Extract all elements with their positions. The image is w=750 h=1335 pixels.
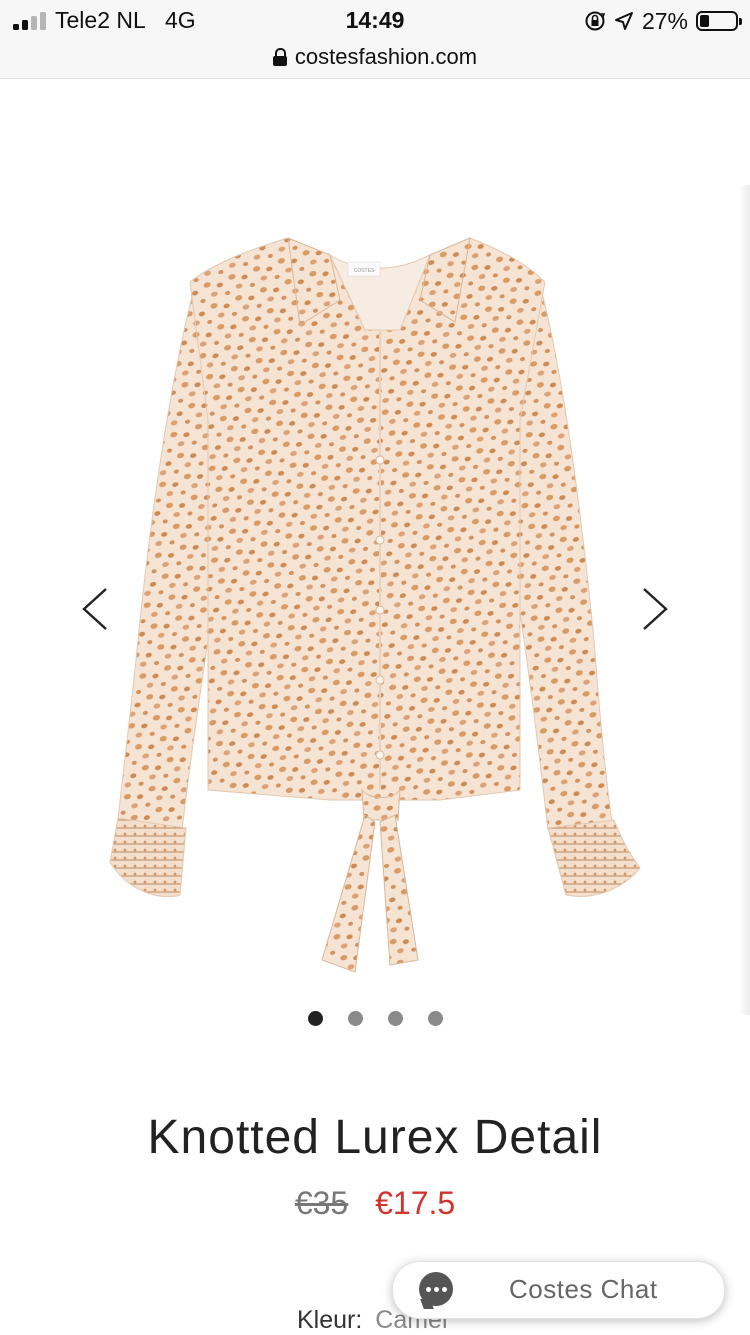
chat-bubble-icon [419, 1272, 453, 1306]
carousel-dot[interactable] [427, 1011, 443, 1026]
chat-label: Costes Chat [509, 1274, 658, 1304]
battery-level [700, 15, 709, 27]
battery-icon [696, 11, 742, 31]
chat-button[interactable]: Costes Chat [392, 1261, 725, 1319]
original-price: €35 [294, 1185, 349, 1221]
color-label: Kleur: [297, 1306, 363, 1334]
lock-icon [272, 48, 287, 66]
battery-percentage: 27% [641, 7, 688, 34]
sale-price: €17.5 [375, 1185, 456, 1221]
price-row: €35 €17.5 [0, 1185, 750, 1222]
product-image[interactable]: COSTES [0, 80, 750, 1010]
carousel-edge-shadow [738, 185, 750, 1015]
chevron-right-icon[interactable] [632, 585, 676, 633]
location-arrow-icon [614, 12, 633, 30]
carousel-dot[interactable] [387, 1011, 403, 1026]
status-bar: Tele2 NL 4G 14:49 27% [0, 0, 750, 42]
browser-address-bar[interactable]: costesfashion.com [0, 42, 750, 79]
carousel-pagination [0, 1011, 750, 1027]
garment-label: COSTES [354, 268, 375, 274]
orientation-lock-icon [585, 11, 606, 31]
product-title: Knotted Lurex Detail [147, 1111, 603, 1164]
chevron-left-icon[interactable] [74, 585, 118, 633]
carousel-dot[interactable] [307, 1011, 323, 1026]
url-text[interactable]: costesfashion.com [295, 44, 477, 70]
carousel-dot[interactable] [347, 1011, 363, 1026]
